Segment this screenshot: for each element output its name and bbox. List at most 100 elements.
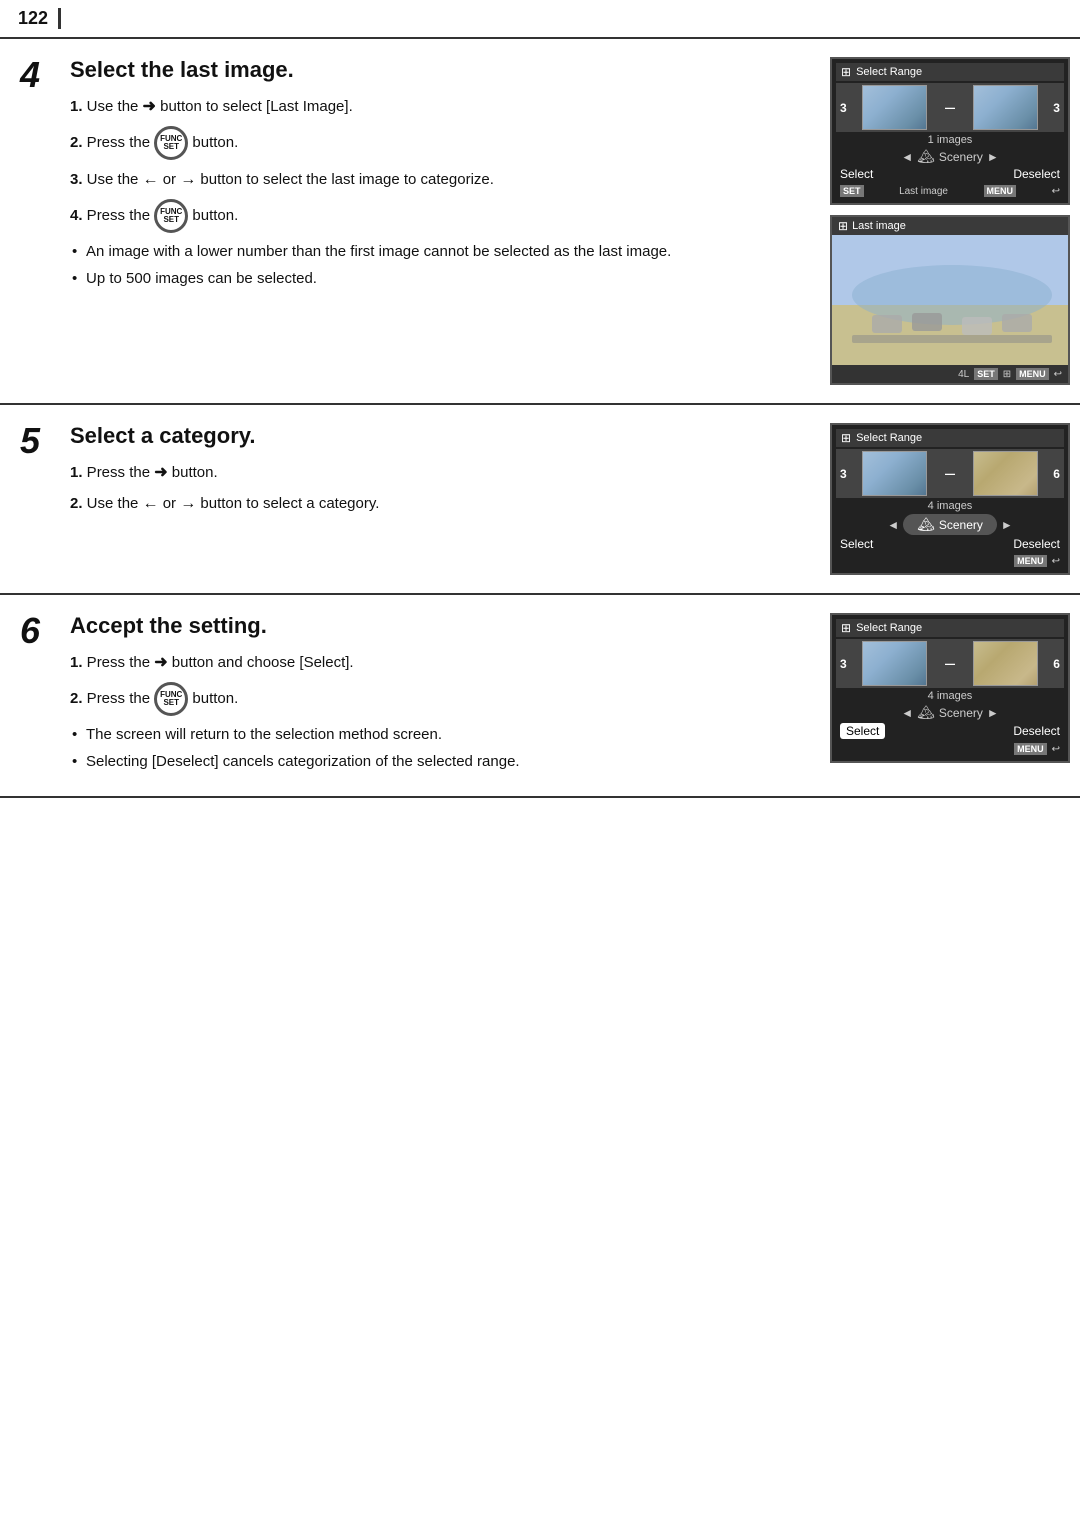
menu-tag-2: MENU	[1016, 368, 1049, 380]
images-count-3: 4 images	[836, 690, 1064, 702]
page-number-text: 122	[18, 8, 61, 29]
grid-icon-4: ⊞	[841, 431, 851, 445]
cat-arrow-right-2: ►	[1001, 518, 1013, 532]
section-4-steps: 1. Use the ➜ button to select [Last Imag…	[70, 95, 800, 233]
screen-select-range-1: ⊞ Select Range 3 – 3 1 images ◄	[830, 57, 1070, 205]
images-count-2: 4 images	[836, 500, 1064, 512]
image-thumb-1	[862, 85, 927, 130]
category-icon-3: 🏔	[917, 704, 935, 721]
cat-arrow-right-3: ►	[987, 706, 999, 720]
scenery-image-2	[974, 85, 1037, 130]
image-strip-1: 3 – 3	[836, 83, 1064, 132]
grid-icon-5: ⊞	[841, 621, 851, 635]
image-thumb-4	[973, 451, 1038, 496]
cat-arrow-right-1: ►	[987, 150, 999, 164]
section-4-bullets: An image with a lower number than the fi…	[70, 241, 800, 290]
down-arrow-icon: ➜	[154, 464, 167, 481]
section-5-screenshots: ⊞ Select Range 3 – 6 4 images ◄	[810, 423, 1070, 575]
step-4-4: 4. Press the FUNC SET button.	[70, 199, 800, 233]
image-thumb-2	[973, 85, 1038, 130]
deselect-btn-1: Deselect	[1013, 167, 1060, 181]
select-btn-3: Select	[840, 723, 885, 739]
step-5-2: 2. Use the ← or → button to select a cat…	[70, 492, 800, 515]
section-6: 6 Accept the setting. 1. Press the ➜ but…	[0, 595, 1080, 798]
image-thumb-5	[862, 641, 927, 686]
section-4-number: 4	[0, 57, 60, 385]
section-5-title: Select a category.	[70, 423, 800, 449]
screen-title-bar-2: ⊞ Last image	[832, 217, 1068, 235]
deselect-btn-2: Deselect	[1013, 537, 1060, 551]
num-right-3: 6	[1053, 657, 1060, 671]
grid-icon-2: ⊞	[838, 219, 848, 233]
return-icon-3: ↩	[1052, 556, 1060, 567]
menu-tag-4: MENU	[1014, 743, 1047, 755]
scenery-image-1	[863, 85, 926, 130]
category-name-1: Scenery	[939, 150, 983, 164]
cat-arrow-left-1: ◄	[901, 150, 913, 164]
last-image-label-1: Last image	[899, 186, 948, 197]
dash-1: –	[942, 97, 958, 118]
beach-svg	[832, 235, 1068, 365]
dash-2: –	[942, 463, 958, 484]
set-tag-2: SET	[974, 368, 998, 380]
return-icon-1: ↩	[1052, 186, 1060, 197]
image-thumb-3	[862, 451, 927, 496]
bottom-bar-4: MENU ↩	[836, 741, 1064, 757]
category-name-3: Scenery	[939, 706, 983, 720]
page-number: 122	[0, 0, 1080, 39]
section-6-screenshots: ⊞ Select Range 3 – 6 4 images ◄	[810, 613, 1070, 778]
action-row-3: Select Deselect	[836, 723, 1064, 739]
dash-3: –	[942, 653, 958, 674]
category-icon-2: 🏔	[917, 516, 935, 533]
images-count-1: 1 images	[836, 134, 1064, 146]
menu-tag-3: MENU	[1014, 555, 1047, 567]
action-row-1: Select Deselect	[836, 167, 1064, 181]
size-label: 4L	[958, 369, 969, 380]
grid-icon-3: ⊞	[1003, 369, 1011, 380]
section-4-title: Select the last image.	[70, 57, 800, 83]
num-right-2: 6	[1053, 467, 1060, 481]
num-left-1: 3	[840, 101, 847, 115]
bullet-4-2: Up to 500 images can be selected.	[70, 268, 800, 290]
func-set-button-2: FUNC SET	[154, 199, 188, 233]
section-5: 5 Select a category. 1. Press the ➜ butt…	[0, 405, 1080, 595]
image-strip-2: 3 – 6	[836, 449, 1064, 498]
select-btn-2: Select	[840, 537, 873, 551]
left-arrow-icon-2: ←	[143, 495, 159, 512]
section-4-content: Select the last image. 1. Use the ➜ butt…	[60, 57, 810, 385]
category-row-2: ◄ 🏔 Scenery ►	[836, 514, 1064, 535]
screen-select-range-2: ⊞ Select Range 3 – 6 4 images ◄	[830, 423, 1070, 575]
scenery-image-5	[863, 641, 926, 686]
bullet-6-2: Selecting [Deselect] cancels categorizat…	[70, 751, 800, 773]
cat-arrow-left-2: ◄	[887, 518, 899, 532]
num-right-1: 3	[1053, 101, 1060, 115]
bullet-4-1: An image with a lower number than the fi…	[70, 241, 800, 263]
category-highlight: 🏔 Scenery	[903, 514, 997, 535]
image-strip-3: 3 – 6	[836, 639, 1064, 688]
bottom-bar-1: SET Last image MENU ↩	[836, 183, 1064, 199]
func-set-button-3: FUNC SET	[154, 682, 188, 716]
bullet-6-1: The screen will return to the selection …	[70, 724, 800, 746]
bottom-bar-2: 4L SET ⊞ MENU ↩	[832, 365, 1068, 383]
deselect-btn-3: Deselect	[1013, 724, 1060, 738]
scenery-image-6	[974, 641, 1037, 686]
scenery-image-4	[974, 451, 1037, 496]
section-5-content: Select a category. 1. Press the ➜ button…	[60, 423, 810, 575]
action-row-2: Select Deselect	[836, 537, 1064, 551]
section-4-screenshots: ⊞ Select Range 3 – 3 1 images ◄	[810, 57, 1070, 385]
screen-title-4: Select Range	[856, 622, 922, 634]
grid-icon: ⊞	[841, 65, 851, 79]
right-arrow-icon-2: →	[180, 171, 196, 188]
menu-tag-1: MENU	[984, 185, 1017, 197]
left-arrow-icon: ←	[143, 171, 159, 188]
return-icon-2: ↩	[1054, 369, 1062, 380]
image-thumb-6	[973, 641, 1038, 686]
screen-select-range-3: ⊞ Select Range 3 – 6 4 images ◄	[830, 613, 1070, 763]
section-5-steps: 1. Press the ➜ button. 2. Use the ← or →…	[70, 461, 800, 515]
category-row-3: ◄ 🏔 Scenery ►	[836, 704, 1064, 721]
screen-last-image: ⊞ Last image	[830, 215, 1070, 385]
func-set-button: FUNC SET	[154, 126, 188, 160]
down-arrow-icon-2: ➜	[154, 654, 167, 671]
step-4-1: 1. Use the ➜ button to select [Last Imag…	[70, 95, 800, 118]
category-icon-1: 🏔	[917, 148, 935, 165]
